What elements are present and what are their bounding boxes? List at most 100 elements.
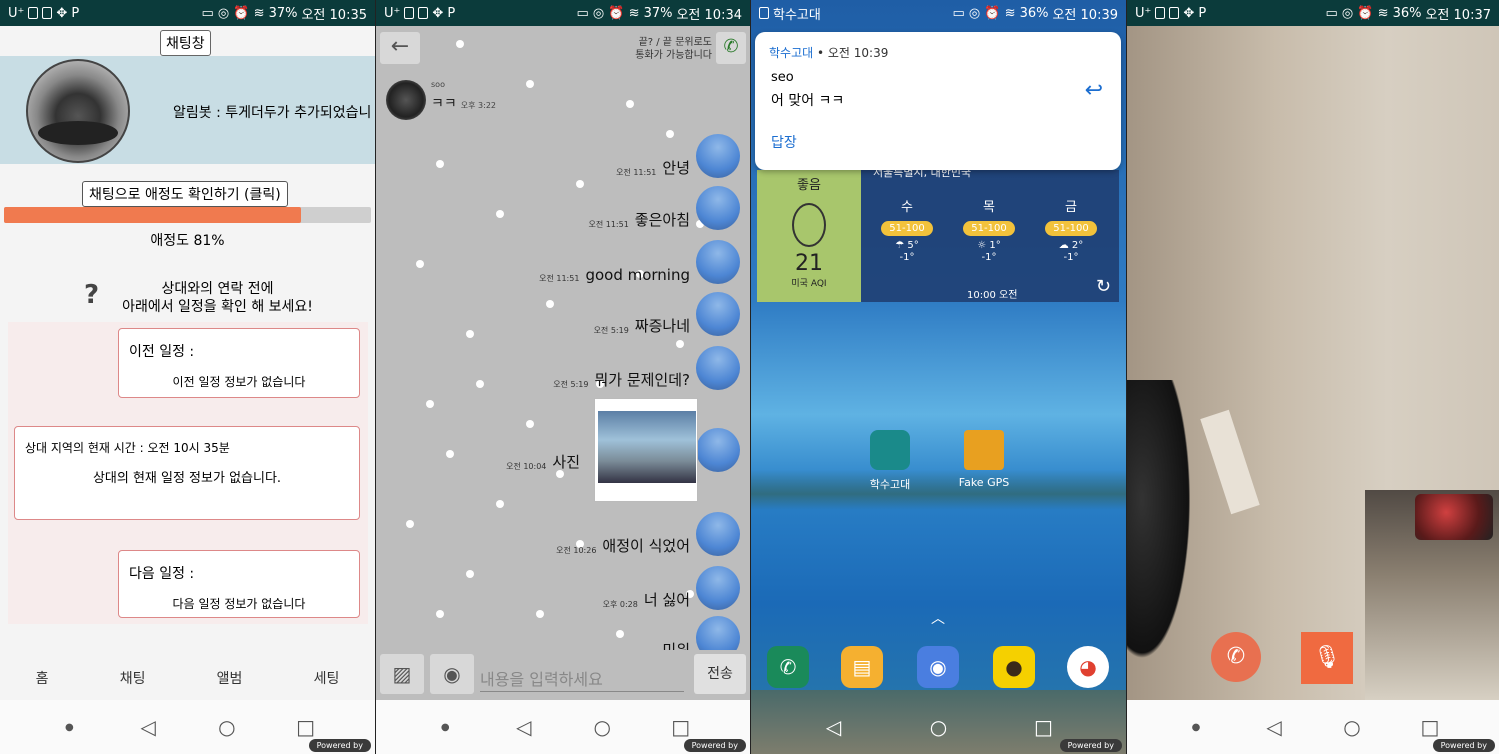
chatroom-title[interactable]: 채팅창 (160, 30, 211, 56)
photo-message[interactable] (594, 398, 698, 502)
home-nav-icon[interactable]: ○ (212, 715, 242, 739)
chrome-icon[interactable]: ◕ (1067, 646, 1109, 688)
powered-by-badge: Powered by (683, 739, 746, 752)
face-icon (792, 203, 826, 247)
chat-message[interactable]: 오후 0:28 너 싫어 (603, 566, 740, 610)
messages-icon[interactable]: ▤ (841, 646, 883, 688)
affection-progress-fill (4, 207, 302, 223)
affection-check-button[interactable]: 채팅으로 애정도 확인하기 (클릭) (82, 181, 288, 207)
phone-icon[interactable]: ✆ (716, 32, 746, 64)
chat-message[interactable]: 오전 11:51 안녕 (616, 134, 740, 178)
snowflake (436, 610, 444, 618)
tab-home[interactable]: 홈 (16, 662, 69, 694)
forecast-day-label: 수 (901, 200, 913, 215)
wall-outlet (1200, 409, 1260, 515)
notification-time: • 오전 10:39 (817, 46, 889, 60)
snowflake (446, 450, 454, 458)
tab-chat[interactable]: 채팅 (89, 662, 176, 708)
message-avatar (696, 566, 740, 610)
peer-message: ㅋㅋ 오후 3:22 (431, 93, 496, 113)
bot-card: 알림봇 : 투게더두가 추가되었습니 (0, 56, 375, 164)
tab-album[interactable]: 앨범 (197, 662, 263, 694)
call-tip-line-1: 끝? / 끝 문위로도 (638, 37, 712, 48)
chat-message[interactable]: 오전 5:19 뭐가 문제인데? (553, 346, 740, 390)
forecast-day: 금 51-100 ☁ 2° -1° (1031, 196, 1111, 264)
reply-icon[interactable]: ↩ (1085, 78, 1103, 103)
message-avatar (696, 512, 740, 556)
forecast-aqi-range: 51-100 (881, 221, 933, 236)
snowflake (526, 80, 534, 88)
chat-message[interactable]: 오전 11:51 좋은아침 (588, 186, 740, 230)
profile-avatar[interactable] (26, 59, 130, 163)
app-icon-haksugodae[interactable]: 학수고대 (855, 430, 925, 492)
camera-icon[interactable]: ◉ (917, 646, 959, 688)
refresh-icon[interactable]: ↻ (1096, 276, 1111, 297)
aqi-status: 좋음 (797, 178, 821, 193)
message-time: 오전 5:19 (593, 326, 629, 335)
app-icon-fake-gps[interactable]: Fake GPS (949, 430, 1019, 489)
snowflake (426, 400, 434, 408)
camera-icon[interactable]: ◉ (430, 654, 474, 694)
notification-reply-button[interactable]: 답장 (771, 132, 797, 152)
sun-icon: ☼ (977, 240, 987, 251)
message-text: 짜증나네 (634, 317, 690, 335)
notification-card[interactable]: 학수고대 • 오전 10:39 seo 어 맞어 ㅋㅋ ↩ 답장 (755, 32, 1121, 170)
end-call-icon[interactable]: ✆ (1211, 632, 1261, 682)
back-nav-icon[interactable]: ◁ (509, 715, 539, 739)
local-video-preview[interactable] (1365, 490, 1499, 700)
back-nav-icon[interactable]: ◁ (819, 715, 849, 739)
aqi-unit: 미국 AQI (791, 279, 827, 289)
previous-schedule-body: 이전 일정 정보가 없습니다 (172, 375, 306, 389)
forecast-low: -1° (1063, 252, 1079, 263)
recents-nav-icon[interactable]: □ (666, 715, 696, 739)
weather-widget[interactable]: 서울특별시, 대한민국 좋음 21 미국 AQI 수 51-100 ☂ 5° -1… (757, 166, 1119, 302)
phone-icon[interactable]: ✆ (767, 646, 809, 688)
peer-avatar[interactable] (386, 80, 426, 120)
chat-room-screen: U⁺ ✥ P ▭ ◎ ⏰ ≋ 37% 오전 10:34 ← 끝? / 끝 문위로도 통… (376, 0, 750, 754)
home-nav-icon[interactable]: ○ (587, 715, 617, 739)
message-avatar (696, 346, 740, 390)
forecast-day-label: 금 (1065, 200, 1077, 215)
cloud-icon: ☁ (1058, 240, 1069, 251)
mute-mic-icon[interactable]: 🎙 (1301, 632, 1353, 684)
recents-nav-icon[interactable]: □ (1415, 715, 1445, 739)
dot-icon: ● (65, 721, 74, 733)
recents-nav-icon[interactable]: □ (1029, 715, 1059, 739)
next-schedule-box: 다음 일정 : 다음 일정 정보가 없습니다 (118, 550, 360, 618)
chat-message[interactable]: 오전 5:19 짜증나네 (594, 292, 740, 336)
forecast-high: 1° (989, 240, 1001, 251)
chat-message[interactable]: 오전 11:51 good morning (539, 240, 740, 284)
notification-app: 학수고대 (769, 46, 814, 60)
notification-sender: seo (771, 70, 794, 85)
current-time-text: 상대 지역의 현재 시간 : 오전 10시 35분 (25, 441, 230, 455)
battery-percent: 36% (1019, 5, 1049, 21)
home-nav-icon[interactable]: ○ (1337, 715, 1367, 739)
back-nav-icon[interactable]: ◁ (133, 715, 163, 739)
snowflake (526, 420, 534, 428)
message-avatar (696, 292, 740, 336)
peer-message-text: ㅋㅋ (431, 96, 457, 112)
peer-name: soo (431, 80, 445, 89)
gps-icon (964, 430, 1004, 470)
back-arrow-icon[interactable]: ← (380, 32, 420, 64)
next-schedule-title: 다음 일정 : (129, 566, 195, 582)
message-text: 애정이 식었어 (602, 537, 690, 555)
next-schedule-body: 다음 일정 정보가 없습니다 (172, 597, 306, 611)
send-button[interactable]: 전송 (694, 654, 746, 694)
chat-info-screen: U⁺ ✥ P ▭ ◎ ⏰ ≋ 37% 오전 10:35 채팅창 알림봇 : 투게더두가… (0, 0, 375, 754)
app-drawer-icon[interactable]: ︿ (931, 608, 945, 628)
message-text: 사진 (552, 453, 580, 471)
gallery-icon[interactable]: ▨ (380, 654, 424, 694)
message-time: 오전 11:51 (588, 220, 629, 229)
back-nav-icon[interactable]: ◁ (1259, 715, 1289, 739)
hint-line-1: 상대와의 연락 전에 (161, 281, 274, 297)
recents-nav-icon[interactable]: □ (291, 715, 321, 739)
tab-settings[interactable]: 세팅 (294, 662, 360, 694)
chat-message[interactable]: 오전 10:26 애정이 식었어 (556, 512, 740, 556)
kakaotalk-icon[interactable]: ● (993, 646, 1035, 688)
message-text: 안녕 (662, 159, 690, 177)
message-input[interactable]: 내용을 입력하세요 (480, 658, 684, 692)
message-avatar (696, 428, 740, 472)
home-nav-icon[interactable]: ○ (924, 715, 954, 739)
snowflake (576, 180, 584, 188)
